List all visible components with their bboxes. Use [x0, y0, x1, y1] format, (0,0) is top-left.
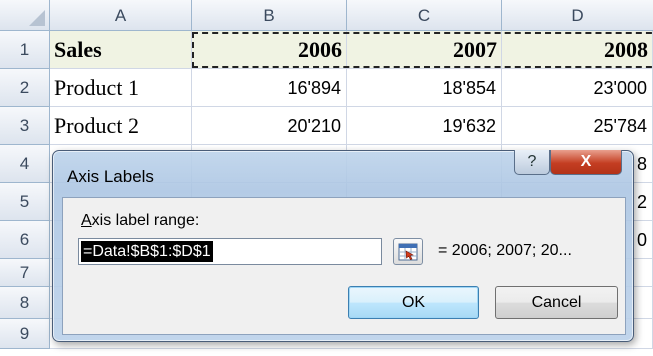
cell-d3[interactable]: 25'784: [502, 107, 653, 145]
close-icon: X: [580, 153, 592, 170]
range-preview-text: = 2006; 2007; 20...: [438, 242, 572, 259]
cell-c2[interactable]: 18'854: [347, 69, 502, 107]
column-header-b[interactable]: B: [192, 0, 347, 31]
cell-d1[interactable]: 2008: [502, 31, 653, 69]
row-header-9[interactable]: 9: [0, 319, 50, 349]
cell-d6-peek: 0: [637, 230, 648, 250]
dialog-title: Axis Labels: [67, 167, 154, 186]
ok-button[interactable]: OK: [348, 286, 479, 319]
axis-labels-dialog: Axis Labels ? X Axis label range: =Data!…: [52, 150, 634, 342]
row-header-8[interactable]: 8: [0, 287, 50, 319]
row-header-3[interactable]: 3: [0, 107, 50, 145]
cell-a2[interactable]: Product 1: [50, 69, 192, 107]
column-header-d[interactable]: D: [502, 0, 653, 31]
cell-a3[interactable]: Product 2: [50, 107, 192, 145]
cell-b2[interactable]: 16'894: [192, 69, 347, 107]
row-header-1[interactable]: 1: [0, 31, 50, 69]
cell-d2[interactable]: 23'000: [502, 69, 653, 107]
row-header-6[interactable]: 6: [0, 221, 50, 259]
selected-range-text: =Data!$B$1:$D$1: [81, 241, 213, 262]
help-button[interactable]: ?: [514, 150, 550, 175]
column-header-a[interactable]: A: [50, 0, 192, 31]
help-icon: ?: [527, 153, 537, 170]
axis-label-range-input[interactable]: =Data!$B$1:$D$1: [78, 238, 382, 265]
close-button[interactable]: X: [550, 150, 622, 175]
range-selector-icon: [398, 243, 418, 261]
collapse-dialog-button[interactable]: [393, 238, 423, 265]
cell-b3[interactable]: 20'210: [192, 107, 347, 145]
dialog-body: Axis label range: =Data!$B$1:$D$1 = 2006…: [62, 197, 626, 335]
column-header-c[interactable]: C: [347, 0, 502, 31]
cell-d5-peek: 2: [637, 192, 648, 212]
cancel-button[interactable]: Cancel: [495, 286, 618, 319]
row-header-4[interactable]: 4: [0, 145, 50, 183]
cell-c3[interactable]: 19'632: [347, 107, 502, 145]
select-all-corner[interactable]: [0, 0, 50, 31]
cell-c1[interactable]: 2007: [347, 31, 502, 69]
row-header-7[interactable]: 7: [0, 259, 50, 287]
cell-d4-peek: 8: [637, 154, 648, 174]
axis-label-range-label: Axis label range:: [81, 212, 200, 229]
cell-a1[interactable]: Sales: [50, 31, 192, 69]
cell-b1[interactable]: 2006: [192, 31, 347, 69]
row-header-2[interactable]: 2: [0, 69, 50, 107]
select-all-triangle-icon: [29, 10, 45, 26]
access-key: A: [81, 212, 92, 229]
row-header-5[interactable]: 5: [0, 183, 50, 221]
